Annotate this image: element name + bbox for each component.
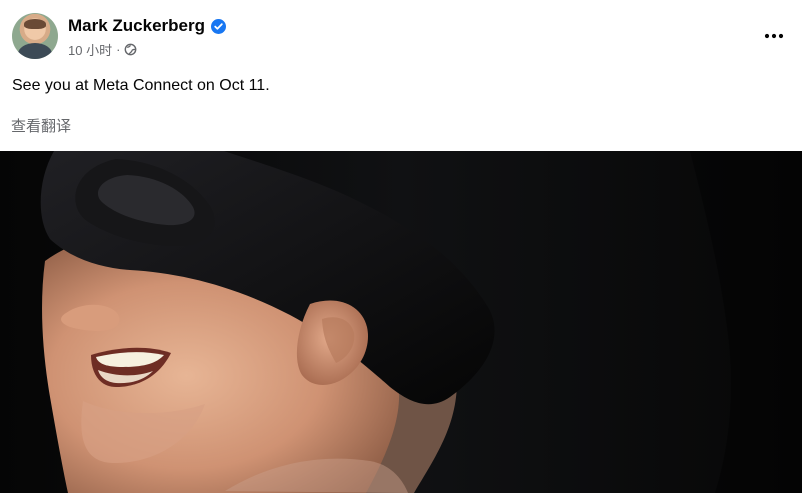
more-horizontal-icon: [763, 26, 785, 44]
post-photo[interactable]: [0, 151, 802, 493]
post-card: Mark Zuckerberg 10 小时 · See you at Meta …: [0, 0, 802, 493]
verified-badge-icon: [211, 18, 226, 34]
author-name[interactable]: Mark Zuckerberg: [68, 16, 205, 36]
avatar-shirt: [18, 43, 52, 59]
globe-icon[interactable]: [124, 43, 137, 56]
photo-illustration: [0, 151, 802, 493]
avatar-hair: [24, 19, 46, 29]
post-meta: 10 小时 ·: [68, 40, 137, 59]
post-timestamp[interactable]: 10 小时: [68, 40, 112, 59]
post-text: See you at Meta Connect on Oct 11.: [12, 77, 270, 94]
more-options-button[interactable]: [758, 24, 790, 46]
post-header: Mark Zuckerberg 10 小时 ·: [0, 0, 802, 70]
meta-separator: ·: [116, 42, 121, 57]
see-translation-link[interactable]: 查看翻译: [11, 115, 71, 136]
author-line: Mark Zuckerberg: [68, 15, 226, 37]
author-avatar[interactable]: [12, 13, 58, 59]
